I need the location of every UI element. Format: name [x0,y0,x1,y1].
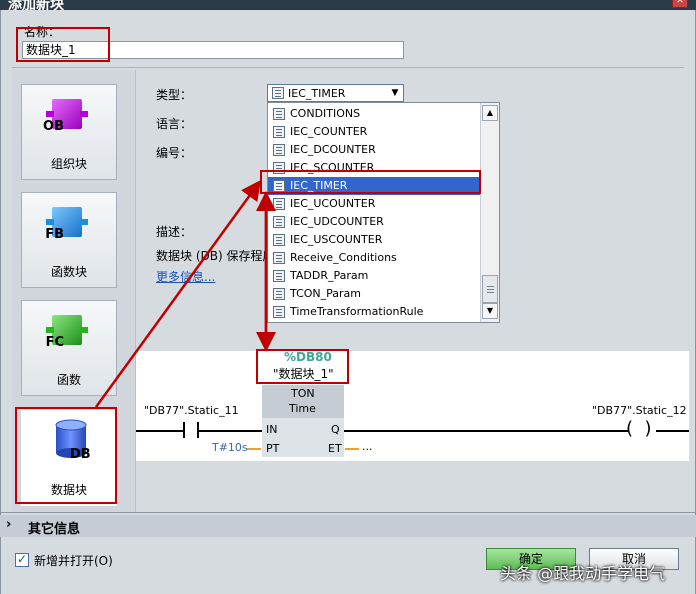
add-and-open-label: 新增并打开(O) [34,554,113,568]
watermark: 头条 @跟我动手学电气 [500,564,666,583]
add-and-open-checkbox[interactable] [15,552,29,567]
bottom-separator [0,512,696,513]
chevron-right-icon[interactable]: › [6,517,11,532]
arrow-db-to-timer [94,179,261,408]
other-info-bar[interactable]: › 其它信息 [0,515,696,537]
other-info-label: 其它信息 [28,522,81,537]
annotation-arrows [94,179,276,408]
